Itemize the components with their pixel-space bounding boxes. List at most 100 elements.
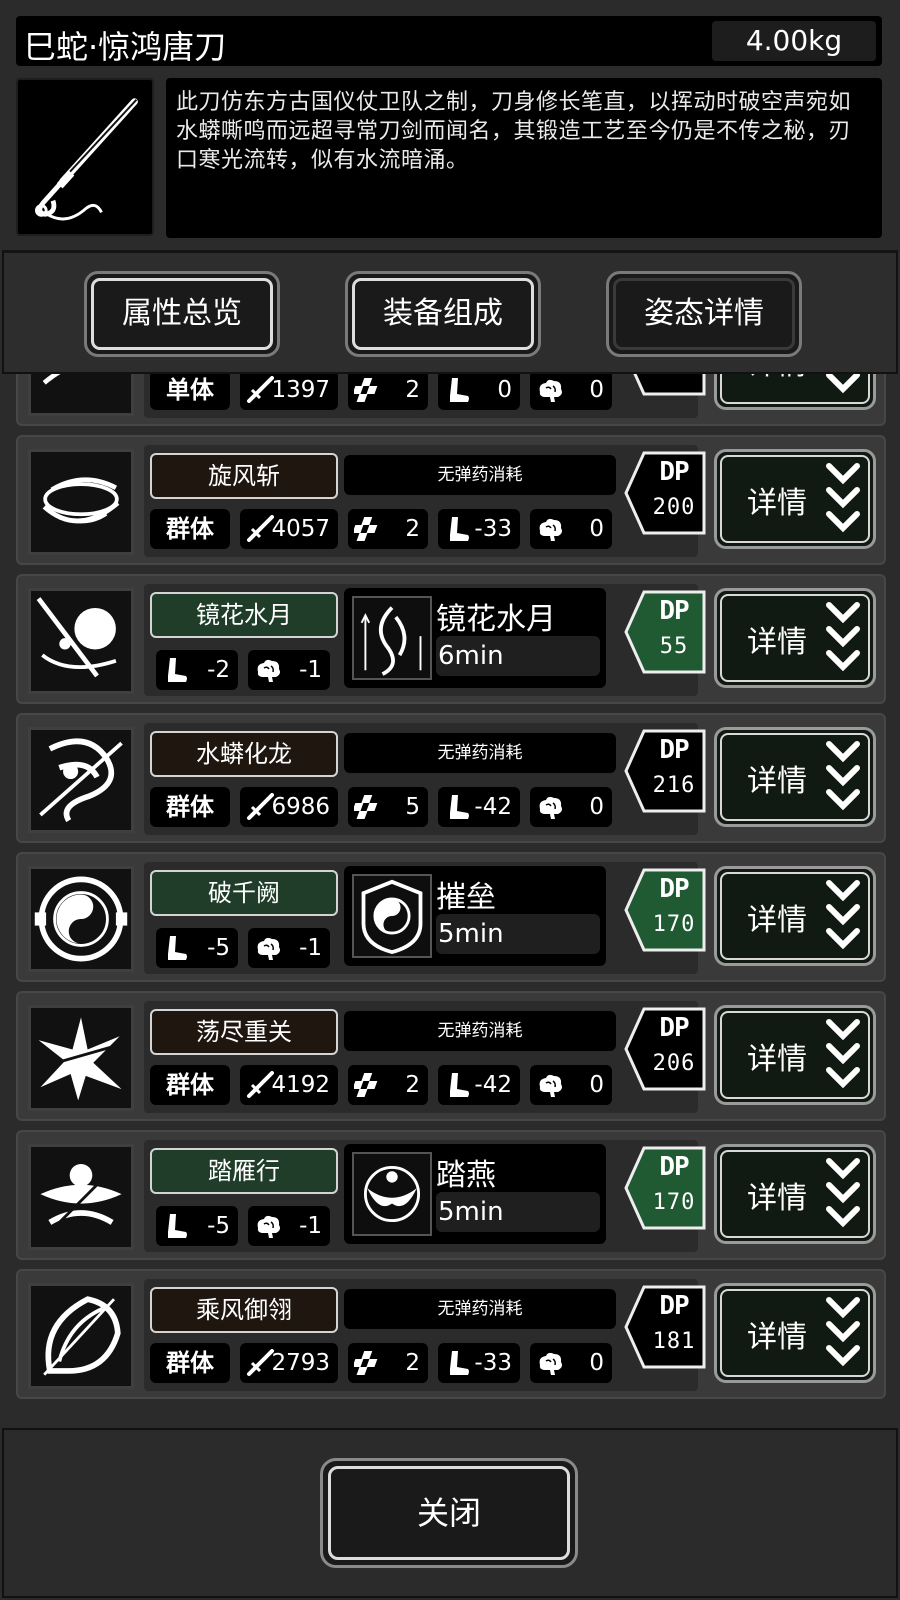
moon-flower-icon xyxy=(28,588,134,694)
hits-value: 2 xyxy=(405,377,420,403)
stamina-cost-value: -33 xyxy=(474,1350,512,1376)
hits-stat: 2 xyxy=(348,509,428,549)
boot-icon xyxy=(162,1212,190,1240)
hits-icon xyxy=(352,515,382,543)
tab-stance-details[interactable]: 姿态详情 xyxy=(606,271,802,357)
dp-label: DP xyxy=(659,874,689,904)
dp-value: 170 xyxy=(652,1190,696,1215)
dp-value: 181 xyxy=(652,1329,696,1354)
hits-icon xyxy=(352,1349,382,1377)
tab-equipment-composition[interactable]: 装备组成 xyxy=(345,271,541,357)
close-label: 关闭 xyxy=(416,1494,481,1532)
brain-icon xyxy=(254,1212,282,1240)
boot-icon xyxy=(444,515,472,543)
tab-label: 装备组成 xyxy=(383,296,503,331)
target-type: 群体 xyxy=(150,509,230,549)
skill-info-panel: 镜花水月 -2 -1 镜花水月 6min xyxy=(144,584,698,696)
stamina-cost: -5 xyxy=(156,928,238,968)
ammo-info: 无弹药消耗 xyxy=(344,1011,616,1051)
stamina-cost: -42 xyxy=(438,787,520,827)
stamina-cost: -33 xyxy=(438,509,520,549)
mind-cost: -1 xyxy=(248,650,330,690)
details-button[interactable]: 详情 xyxy=(714,727,876,827)
stamina-cost-value: -42 xyxy=(474,1072,512,1098)
hits-stat: 2 xyxy=(348,1343,428,1383)
details-label: 详情 xyxy=(747,1320,807,1355)
target-type: 群体 xyxy=(150,1343,230,1383)
sword-icon xyxy=(246,1349,274,1377)
stamina-cost: -5 xyxy=(156,1206,238,1246)
tab-attribute-overview[interactable]: 属性总览 xyxy=(84,271,280,357)
item-header: 巳蛇·惊鸿唐刀 4.00kg 此刀仿东方古国仪仗卫队之制，刀身修长笔直，以挥动时… xyxy=(0,0,900,248)
stamina-cost-value: -33 xyxy=(474,516,512,542)
stance-effect: 踏燕 5min xyxy=(344,1144,606,1244)
brain-icon xyxy=(536,1071,564,1099)
brain-icon xyxy=(536,515,564,543)
mind-cost-value: -1 xyxy=(299,657,322,683)
skill-row: 破千阙 -5 -1 摧垒 5min DP 170 详情 xyxy=(16,852,886,982)
skill-name: 水蟒化龙 xyxy=(150,731,338,777)
details-label: 详情 xyxy=(747,1042,807,1077)
close-button[interactable]: 关闭 xyxy=(320,1458,578,1568)
stance-effect: 摧垒 5min xyxy=(344,866,606,966)
sword-icon xyxy=(246,793,274,821)
stamina-cost: -42 xyxy=(438,1065,520,1105)
dp-label: DP xyxy=(659,457,689,487)
brain-icon xyxy=(254,934,282,962)
stamina-cost: -2 xyxy=(156,650,238,690)
ammo-info: 无弹药消耗 xyxy=(344,733,616,773)
wave-slash-icon xyxy=(28,374,134,416)
brain-icon xyxy=(254,656,282,684)
skill-row: 旋风斩 无弹药消耗 群体 4057 2 -33 0 DP 200 详情 xyxy=(16,435,886,565)
dp-badge: DP 181 xyxy=(624,1285,706,1369)
weapon-weight: 4.00kg xyxy=(712,21,876,61)
details-button[interactable]: 详情 xyxy=(714,449,876,549)
details-label: 详情 xyxy=(747,903,807,938)
weapon-name: 巳蛇·惊鸿唐刀 xyxy=(24,28,227,66)
details-label: 详情 xyxy=(747,486,807,521)
skill-row: 单体 1397 2 0 0 详情 xyxy=(16,374,886,426)
details-button[interactable]: 详情 xyxy=(714,588,876,688)
damage-value: 4192 xyxy=(271,1072,330,1098)
stamina-cost: -33 xyxy=(438,1343,520,1383)
mind-cost-value: 0 xyxy=(589,1072,604,1098)
brain-icon xyxy=(536,793,564,821)
damage-value: 6986 xyxy=(271,794,330,820)
stance-name: 镜花水月 xyxy=(436,602,556,637)
dp-label: DP xyxy=(659,735,689,765)
skill-info-panel: 水蟒化龙 无弹药消耗 群体 6986 5 -42 0 xyxy=(144,723,698,835)
dp-value: 216 xyxy=(652,773,696,798)
stamina-cost: 0 xyxy=(438,374,520,410)
damage-value: 1397 xyxy=(271,377,330,403)
details-button[interactable]: 详情 xyxy=(714,374,876,410)
skill-info-panel: 踏雁行 -5 -1 踏燕 5min xyxy=(144,1140,698,1252)
weapon-description: 此刀仿东方古国仪仗卫队之制，刀身修长笔直，以挥动时破空声宛如水蟒嘶鸣而远超寻常刀… xyxy=(176,90,852,173)
mind-cost-value: -1 xyxy=(299,1213,322,1239)
skill-info-panel: 破千阙 -5 -1 摧垒 5min xyxy=(144,862,698,974)
mind-cost: 0 xyxy=(530,509,612,549)
stance-effect: 镜花水月 6min xyxy=(344,588,606,688)
details-button[interactable]: 详情 xyxy=(714,866,876,966)
water-dragon-icon xyxy=(28,727,134,833)
description-box: 此刀仿东方古国仪仗卫队之制，刀身修长笔直，以挥动时破空声宛如水蟒嘶鸣而远超寻常刀… xyxy=(166,78,882,238)
target-type: 群体 xyxy=(150,1065,230,1105)
hits-value: 5 xyxy=(405,794,420,820)
dp-value: 55 xyxy=(659,634,689,659)
brain-icon xyxy=(536,1349,564,1377)
mind-cost-value: 0 xyxy=(589,516,604,542)
details-button[interactable]: 详情 xyxy=(714,1005,876,1105)
skill-name: 破千阙 xyxy=(150,870,338,916)
stamina-cost-value: -5 xyxy=(207,1213,230,1239)
damage-stat: 1397 xyxy=(240,374,338,410)
title-bar: 巳蛇·惊鸿唐刀 4.00kg xyxy=(16,16,882,66)
dp-label: DP xyxy=(659,596,689,626)
taiji-shield-icon xyxy=(28,866,134,972)
skill-list[interactable]: 单体1397200详情旋风斩无弹药消耗群体40572-330DP200详情镜花水… xyxy=(4,374,896,1426)
target-type: 群体 xyxy=(150,787,230,827)
details-button[interactable]: 详情 xyxy=(714,1144,876,1244)
mind-cost: 0 xyxy=(530,1343,612,1383)
stance-name: 踏燕 xyxy=(436,1158,496,1193)
details-button[interactable]: 详情 xyxy=(714,1283,876,1383)
skill-row: 踏雁行 -5 -1 踏燕 5min DP 170 详情 xyxy=(16,1130,886,1260)
skill-name: 踏雁行 xyxy=(150,1148,338,1194)
